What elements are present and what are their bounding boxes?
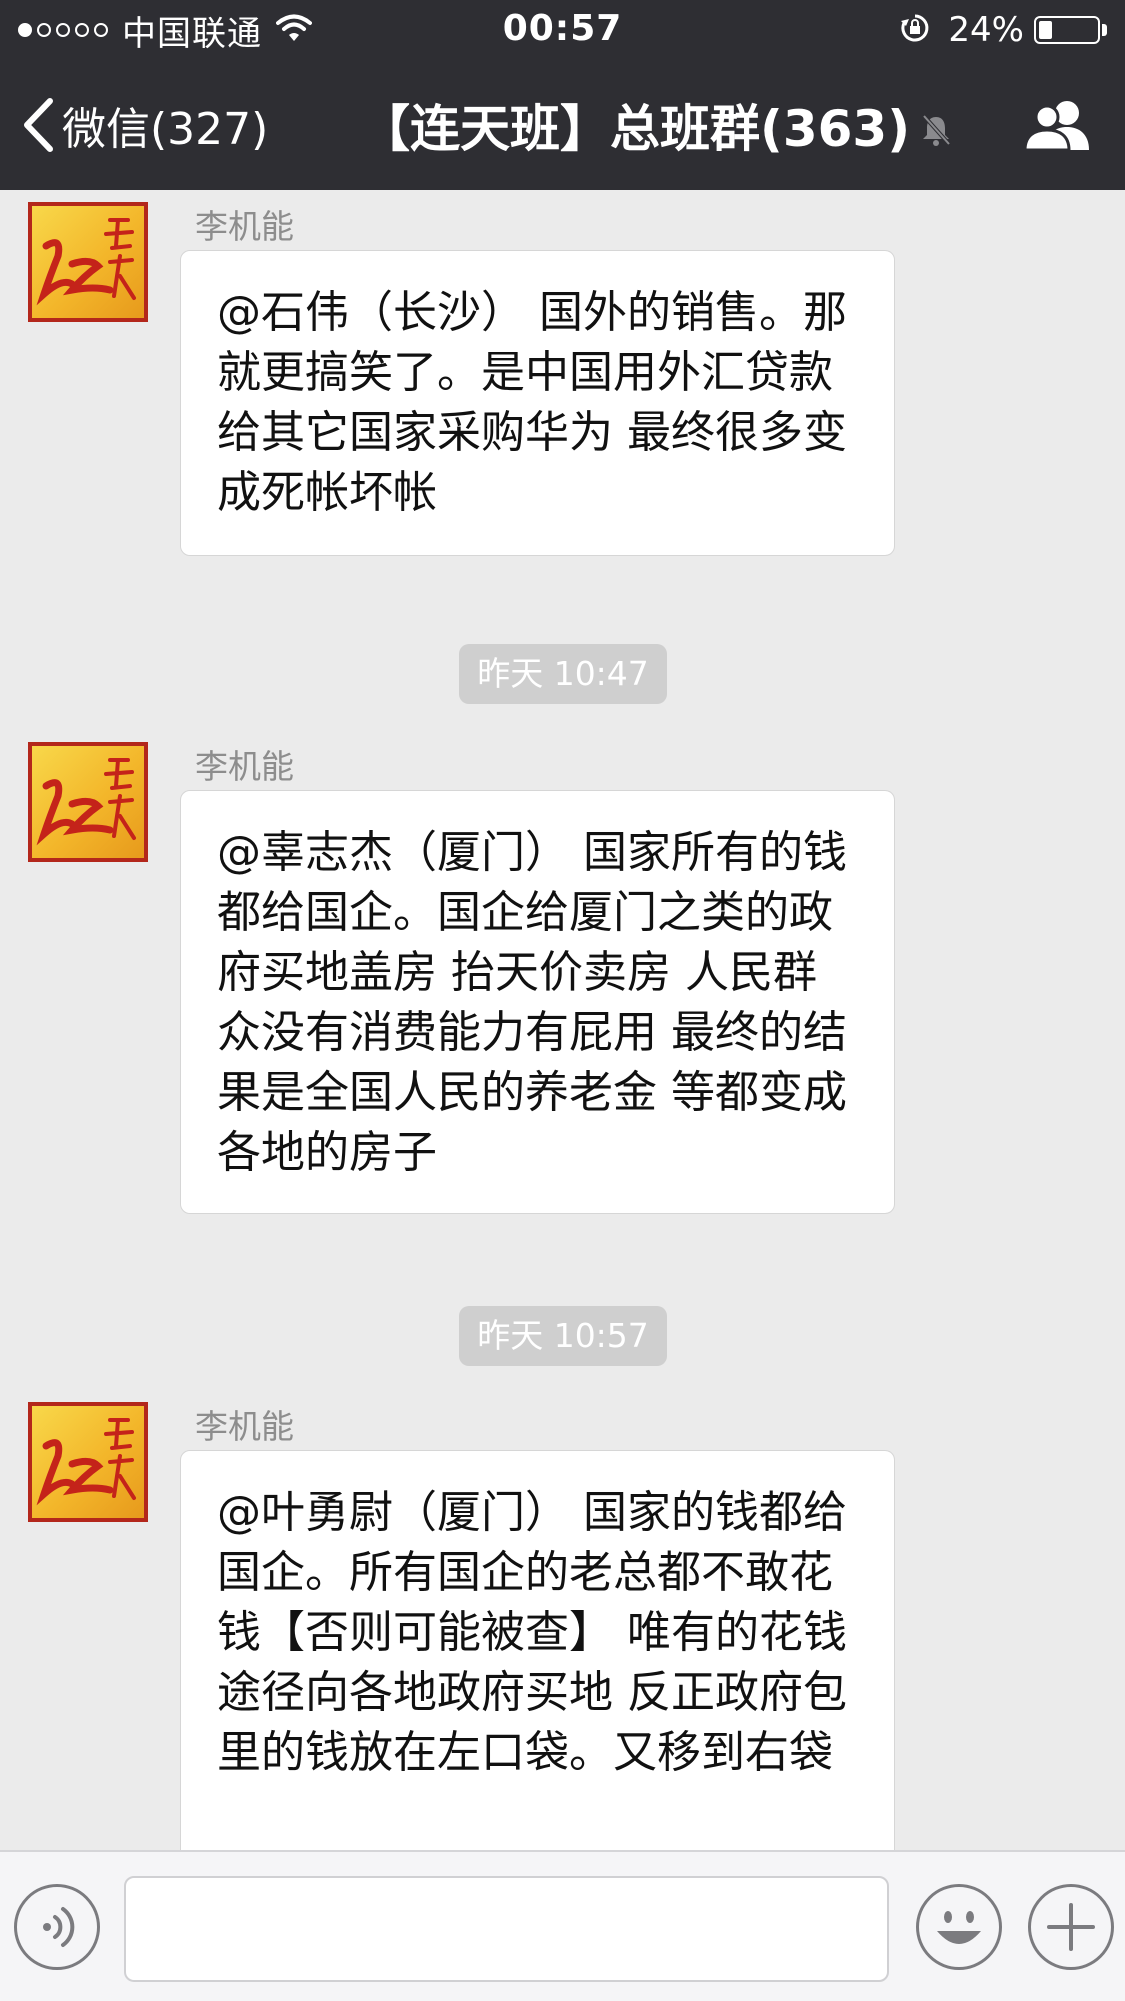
message-bubble[interactable]: @叶勇尉（厦门） 国家的钱都给国企。所有国企的老总都不敢花钱【否则可能被查】 唯… bbox=[180, 1450, 895, 1850]
sender-name: 李机能 bbox=[195, 1407, 294, 1446]
back-label: 微信(327) bbox=[62, 104, 269, 155]
message-text: @石伟（长沙） 国外的销售。那就更搞笑了。是中国用外汇贷款给其它国家采购华为 最… bbox=[217, 287, 847, 518]
plus-icon bbox=[1047, 1903, 1095, 1951]
title-area[interactable]: 【连天班】总班群(363) bbox=[360, 60, 952, 190]
message-text: @叶勇尉（厦门） 国家的钱都给国企。所有国企的老总都不敢花钱【否则可能被查】 唯… bbox=[217, 1487, 847, 1778]
battery-percent: 24% bbox=[948, 10, 1024, 50]
message-bubble[interactable]: @石伟（长沙） 国外的销售。那就更搞笑了。是中国用外汇贷款给其它国家采购华为 最… bbox=[180, 250, 895, 556]
emoji-icon bbox=[937, 1911, 981, 1944]
mute-bell-icon bbox=[920, 113, 952, 151]
battery-icon bbox=[1034, 16, 1100, 44]
status-bar: 中国联通 00:57 24% bbox=[0, 0, 1125, 60]
avatar-calligraphy-icon bbox=[36, 218, 136, 306]
voice-icon bbox=[43, 1907, 75, 1947]
message-text: @辜志杰（厦门） 国家所有的钱都给国企。国企给厦门之类的政府买地盖房 抬天价卖房… bbox=[217, 827, 847, 1178]
sender-name: 李机能 bbox=[195, 747, 294, 786]
battery-level-fill bbox=[1039, 21, 1052, 39]
sender-avatar[interactable] bbox=[28, 202, 148, 322]
sender-name: 李机能 bbox=[195, 207, 294, 246]
more-button[interactable] bbox=[1028, 1884, 1114, 1970]
avatar-calligraphy-icon bbox=[36, 758, 136, 846]
status-bar-right: 24% bbox=[900, 10, 1107, 50]
chevron-left-icon bbox=[24, 98, 53, 152]
battery-tip bbox=[1102, 24, 1107, 36]
sender-avatar[interactable] bbox=[28, 1402, 148, 1522]
emoji-button[interactable] bbox=[916, 1884, 1002, 1970]
nav-bar: 微信(327) 【连天班】总班群(363) bbox=[0, 60, 1125, 190]
message-input[interactable] bbox=[124, 1876, 889, 1982]
group-members-icon[interactable] bbox=[1023, 98, 1093, 156]
back-button[interactable]: 微信(327) bbox=[22, 60, 268, 190]
timestamp-pill: 昨天 10:47 bbox=[459, 644, 667, 704]
input-bar bbox=[0, 1850, 1125, 2001]
avatar-calligraphy-icon bbox=[36, 1418, 136, 1506]
voice-button[interactable] bbox=[14, 1884, 100, 1970]
sender-avatar[interactable] bbox=[28, 742, 148, 862]
chat-title: 【连天班】总班群(363) bbox=[360, 100, 911, 158]
timestamp-pill: 昨天 10:57 bbox=[459, 1306, 667, 1366]
chat-message-list[interactable]: 李机能 @石伟（长沙） 国外的销售。那就更搞笑了。是中国用外汇贷款给其它国家采购… bbox=[0, 190, 1125, 1850]
rotation-lock-icon bbox=[900, 13, 930, 47]
message-bubble[interactable]: @辜志杰（厦门） 国家所有的钱都给国企。国企给厦门之类的政府买地盖房 抬天价卖房… bbox=[180, 790, 895, 1214]
